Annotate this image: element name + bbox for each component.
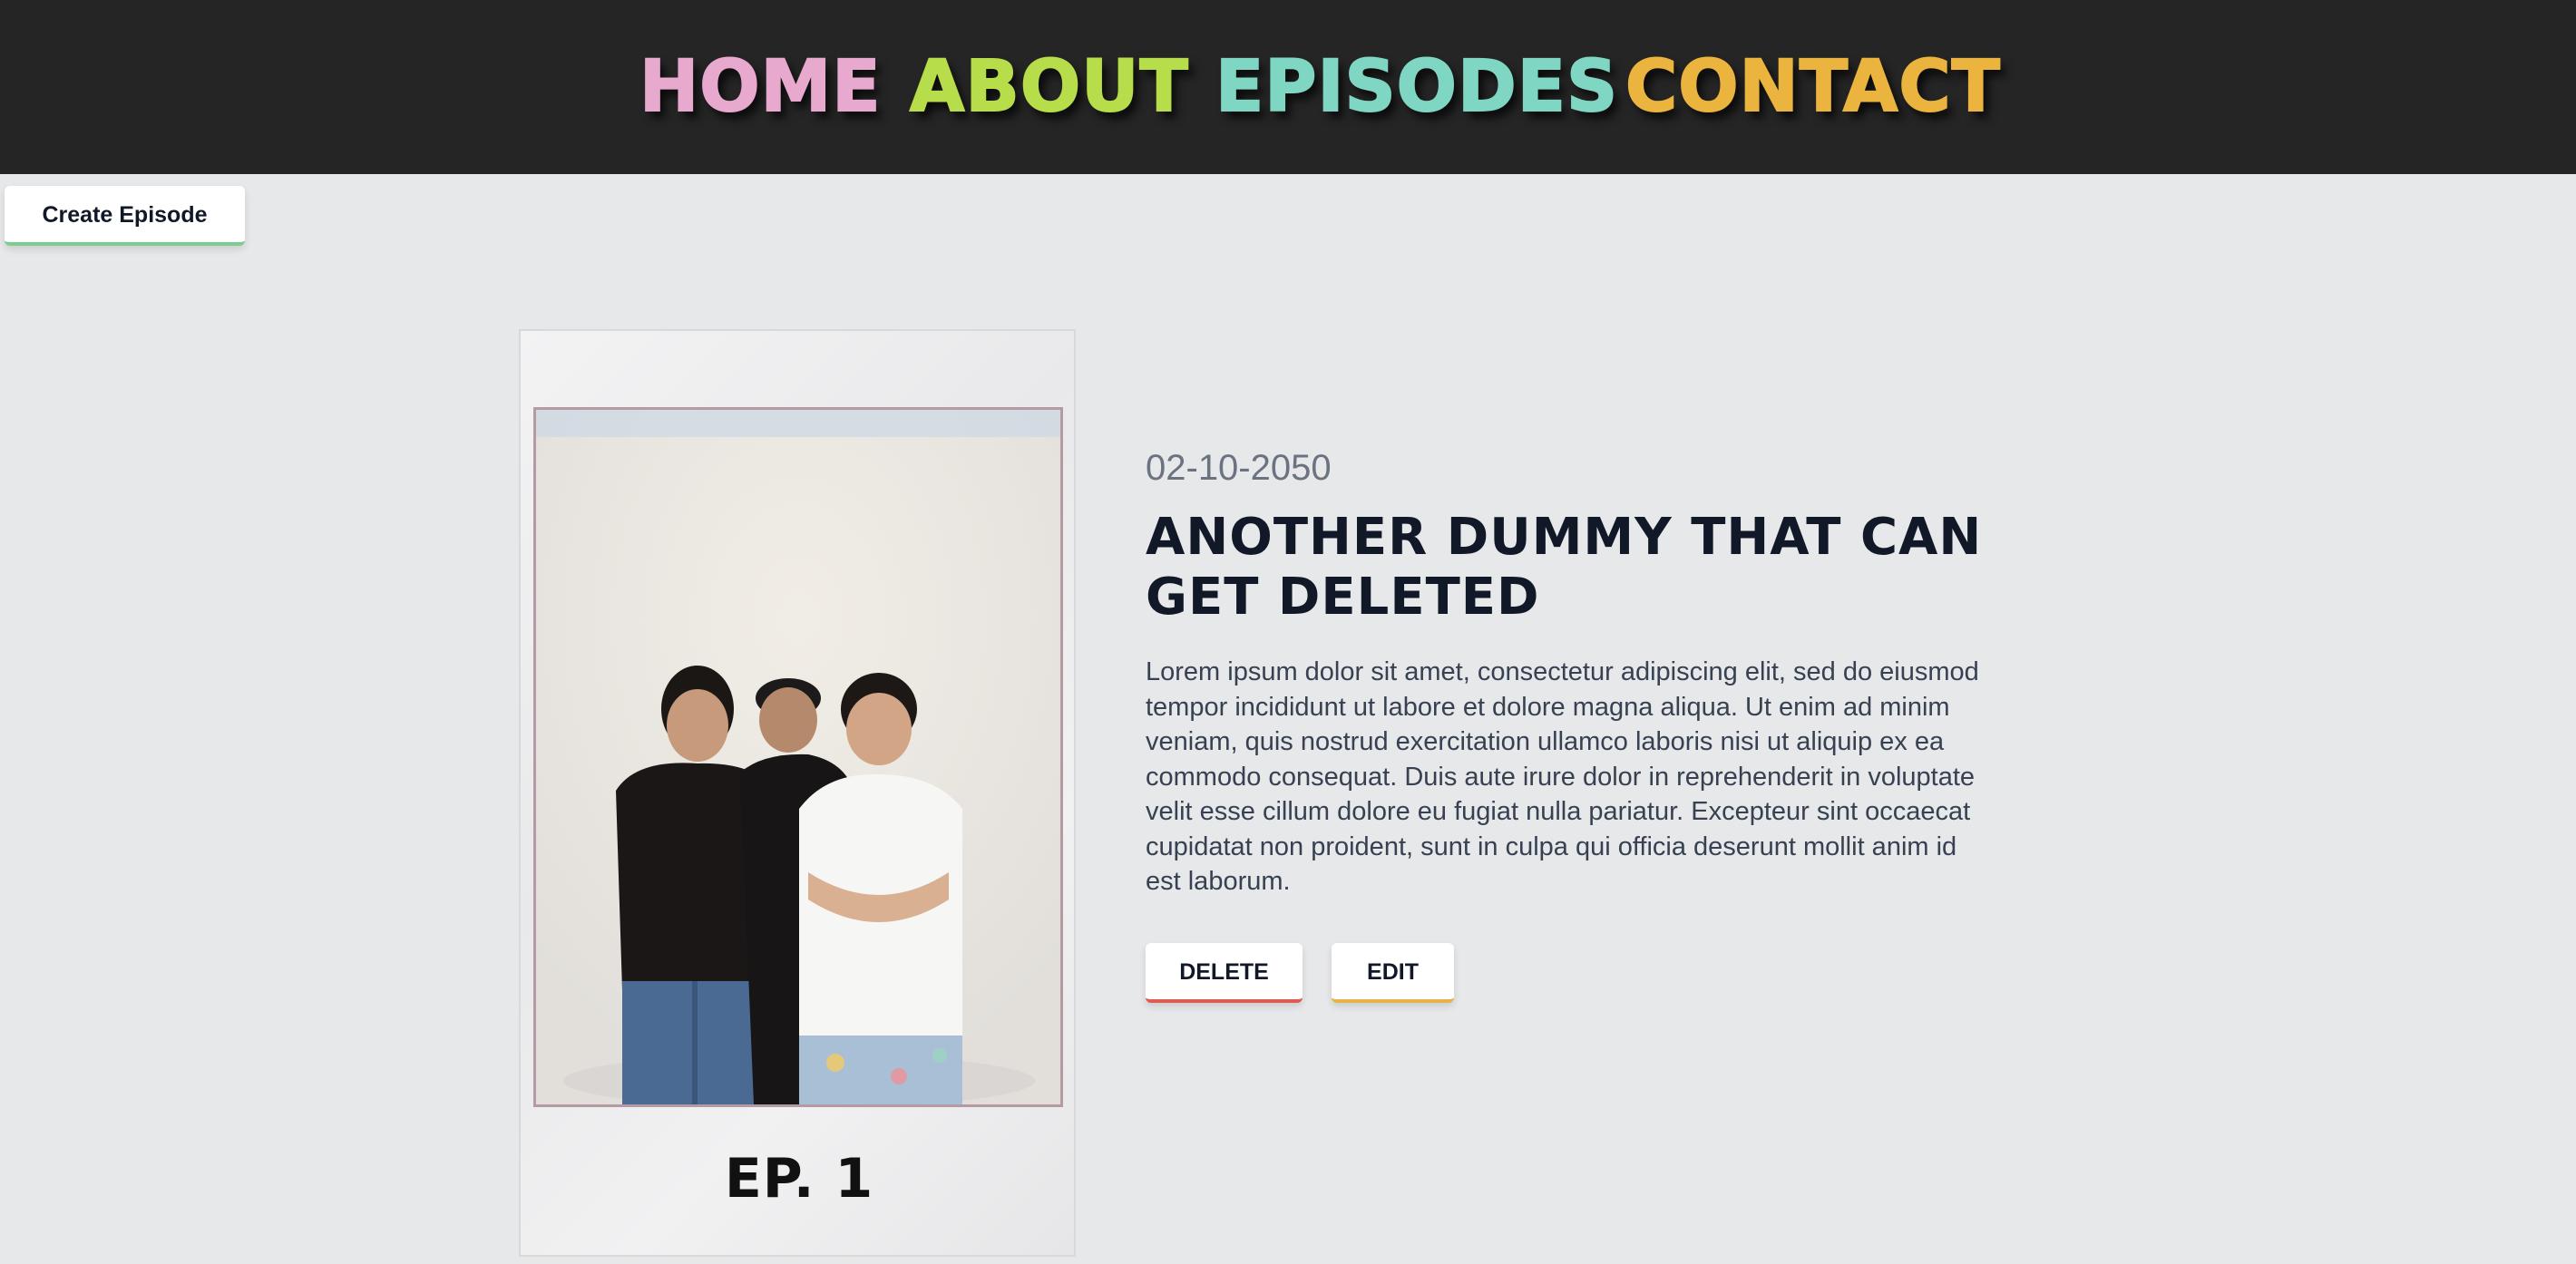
edit-button[interactable]: EDIT <box>1332 943 1454 1003</box>
nav-home-link[interactable]: HOME <box>639 42 881 132</box>
top-navigation: HOME ABOUT EPISODES CONTACT <box>0 0 2576 174</box>
episode-title: ANOTHER DUMMY THAT CAN GET DELETED <box>1146 508 1983 627</box>
episode-number-label: EP. 1 <box>724 1147 874 1211</box>
group-photo-illustration <box>536 410 1060 1104</box>
episode-polaroid-image: EP. 1 <box>519 329 1076 1257</box>
episode-photo <box>533 407 1063 1107</box>
nav-about-link[interactable]: ABOUT <box>909 42 1189 132</box>
episode-description: Lorem ipsum dolor sit amet, consectetur … <box>1146 657 1979 896</box>
episode-date: 02-10-2050 <box>1146 448 1332 488</box>
nav-contact-link[interactable]: CONTACT <box>1625 42 2001 132</box>
create-episode-button[interactable]: Create Episode <box>5 186 245 246</box>
delete-button[interactable]: DELETE <box>1146 943 1303 1003</box>
nav-episodes-link[interactable]: EPISODES <box>1215 42 1618 132</box>
